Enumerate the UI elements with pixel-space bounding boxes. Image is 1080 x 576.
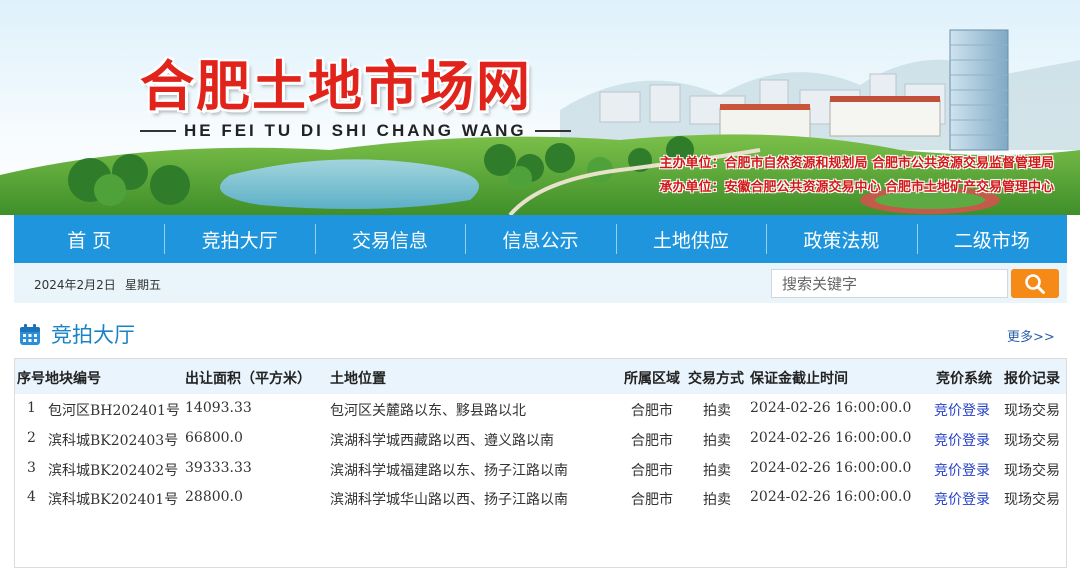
cell-area: 28800.0: [185, 489, 243, 505]
cell-seq: 3: [27, 460, 36, 476]
cell-area: 39333.33: [185, 460, 252, 476]
cell-location: 包河区关麓路以东、黟县路以北: [330, 403, 526, 419]
bid-login-link[interactable]: 竞价登录: [934, 460, 990, 480]
cell-district: 合肥市: [631, 403, 673, 419]
cell-code: 滨科城BK202403号: [48, 433, 179, 449]
cell-deadline: 2024-02-26 16:00:00.0: [750, 489, 912, 505]
search-button[interactable]: [1011, 269, 1059, 298]
bid-login-link[interactable]: 竞价登录: [934, 400, 990, 420]
nav-public-notice[interactable]: 信息公示: [465, 215, 615, 263]
cell-location: 滨湖科学城华山路以西、扬子江路以南: [330, 492, 568, 508]
header-deadline: 保证金截止时间: [750, 371, 848, 387]
header-system: 竞价系统: [936, 371, 992, 387]
nav-land-supply[interactable]: 土地供应: [615, 215, 766, 263]
current-weekday: 星期五: [125, 278, 162, 292]
info-bar: 2024年2月2日 星期五: [14, 263, 1067, 303]
cell-deadline: 2024-02-26 16:00:00.0: [750, 460, 912, 476]
table-row: 2 滨科城BK202403号 66800.0 滨湖科学城西藏路以西、遵义路以南 …: [15, 424, 1066, 454]
cell-deadline: 2024-02-26 16:00:00.0: [750, 430, 912, 446]
nav-policy[interactable]: 政策法规: [766, 215, 916, 263]
current-date: 2024年2月2日: [34, 278, 116, 292]
section-title: 竞拍大厅: [51, 323, 135, 347]
cell-seq: 1: [27, 400, 36, 416]
site-logo-title: 合肥土地市场网: [140, 55, 532, 118]
cell-record: 现场交易: [1004, 433, 1060, 449]
cell-seq: 4: [27, 489, 36, 505]
cell-area: 14093.33: [185, 400, 252, 416]
cell-method: 拍卖: [703, 463, 731, 479]
section-header: 竞拍大厅: [18, 320, 135, 350]
cell-district: 合肥市: [631, 433, 673, 449]
cell-area: 66800.0: [185, 430, 243, 446]
cell-seq: 2: [27, 430, 36, 446]
nav-trade-info[interactable]: 交易信息: [314, 215, 465, 263]
table-row: 4 滨科城BK202401号 28800.0 滨湖科学城华山路以西、扬子江路以南…: [15, 483, 1066, 513]
table-row: 1 包河区BH202401号 14093.33 包河区关麓路以东、黟县路以北 合…: [15, 394, 1066, 424]
table-header: 序号地块编号 出让面积（平方米） 土地位置 所属区域 交易方式 保证金截止时间 …: [15, 359, 1066, 394]
cell-method: 拍卖: [703, 492, 731, 508]
bid-login-link[interactable]: 竞价登录: [934, 489, 990, 509]
cell-district: 合肥市: [631, 463, 673, 479]
nav-auction-hall[interactable]: 竞拍大厅: [164, 215, 314, 263]
cell-method: 拍卖: [703, 403, 731, 419]
divider: [534, 130, 571, 132]
organizer-text: 承办单位：安徽合肥公共资源交易中心 合肥市土地矿产交易管理中心: [659, 180, 1054, 195]
bid-login-link[interactable]: 竞价登录: [934, 430, 990, 450]
cell-deadline: 2024-02-26 16:00:00.0: [750, 400, 912, 416]
cell-location: 滨湖科学城西藏路以西、遵义路以南: [330, 433, 554, 449]
cell-record: 现场交易: [1004, 463, 1060, 479]
cell-code: 滨科城BK202402号: [48, 463, 179, 479]
divider: [140, 130, 176, 132]
header-location: 土地位置: [330, 371, 386, 387]
auction-table: 序号地块编号 出让面积（平方米） 土地位置 所属区域 交易方式 保证金截止时间 …: [14, 358, 1067, 568]
nav-secondary-market[interactable]: 二级市场: [916, 215, 1067, 263]
site-logo-subtitle-row: HE FEI TU DI SHI CHANG WANG: [140, 120, 571, 142]
more-link[interactable]: 更多>>: [1007, 326, 1055, 345]
search-input[interactable]: [771, 269, 1008, 298]
cell-method: 拍卖: [703, 433, 731, 449]
header-district: 所属区域: [624, 371, 680, 387]
sponsor-text: 主办单位：合肥市自然资源和规划局 合肥市公共资源交易监督管理局: [659, 156, 1054, 171]
site-banner: 合肥土地市场网 HE FEI TU DI SHI CHANG WANG 主办单位…: [0, 0, 1080, 215]
cell-code: 包河区BH202401号: [48, 403, 180, 419]
cell-record: 现场交易: [1004, 492, 1060, 508]
cell-record: 现场交易: [1004, 403, 1060, 419]
header-seq-code: 序号地块编号: [17, 371, 101, 387]
main-nav: 首 页 竞拍大厅 交易信息 信息公示 土地供应 政策法规 二级市场: [14, 215, 1067, 263]
magnifier-icon: [1025, 273, 1045, 294]
site-logo-subtitle: HE FEI TU DI SHI CHANG WANG: [184, 121, 527, 140]
header-record: 报价记录: [1004, 371, 1060, 387]
nav-home[interactable]: 首 页: [14, 215, 164, 263]
calendar-icon: [20, 324, 40, 345]
cell-code: 滨科城BK202401号: [48, 492, 179, 508]
cell-location: 滨湖科学城福建路以东、扬子江路以南: [330, 463, 568, 479]
cell-district: 合肥市: [631, 492, 673, 508]
header-method: 交易方式: [688, 371, 744, 387]
header-area: 出让面积（平方米）: [185, 371, 311, 387]
table-row: 3 滨科城BK202402号 39333.33 滨湖科学城福建路以东、扬子江路以…: [15, 454, 1066, 484]
